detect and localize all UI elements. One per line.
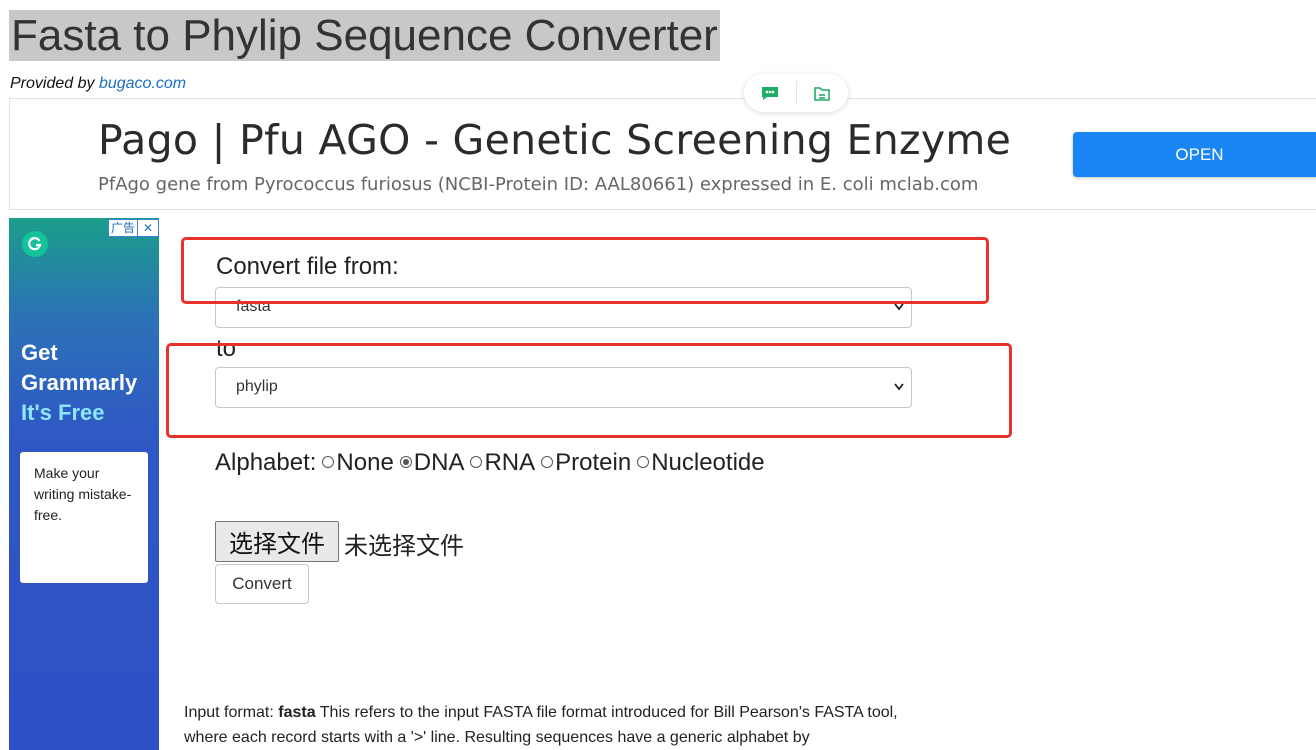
- grammarly-pitch: Get Grammarly It's Free: [21, 338, 137, 428]
- pitch-free: It's Free: [21, 400, 105, 425]
- page-title: Fasta to Phylip Sequence Converter: [9, 10, 720, 61]
- file-status: 未选择文件: [344, 532, 464, 560]
- grammarly-logo-icon: [22, 231, 48, 257]
- radio-dna[interactable]: [399, 456, 412, 468]
- radio-rna[interactable]: [470, 456, 483, 468]
- provided-by-prefix: Provided by: [10, 75, 99, 92]
- floating-toolbar: [744, 74, 848, 112]
- ad-open-button[interactable]: OPEN: [1073, 132, 1316, 177]
- radio-rna-label[interactable]: RNA: [484, 449, 535, 476]
- radio-dna-label[interactable]: DNA: [414, 449, 465, 476]
- alphabet-label: Alphabet:: [215, 449, 317, 476]
- side-ad-banner[interactable]: 广告 ✕ Get Grammarly It's Free Make your w…: [9, 218, 159, 750]
- convert-button[interactable]: Convert: [215, 564, 309, 604]
- chat-feedback-icon[interactable]: [744, 74, 796, 112]
- alphabet-group: Alphabet: None DNA RNA Protein Nucleotide: [215, 449, 765, 477]
- desc-prefix: Input format:: [184, 704, 279, 721]
- ad-subtext[interactable]: PfAgo gene from Pyrococcus furiosus (NCB…: [98, 174, 978, 195]
- ad-card[interactable]: Make your writing mistake-free.: [20, 452, 148, 583]
- highlight-box-from: [181, 237, 989, 304]
- save-document-icon[interactable]: [796, 74, 848, 112]
- highlight-box-to: [166, 343, 1012, 438]
- radio-none[interactable]: [322, 456, 335, 468]
- radio-nucleotide-label[interactable]: Nucleotide: [651, 449, 764, 476]
- provided-by: Provided by bugaco.com: [10, 75, 186, 93]
- close-icon[interactable]: ✕: [137, 220, 158, 236]
- choose-file-button[interactable]: 选择文件: [215, 521, 339, 562]
- ad-headline[interactable]: Pago | Pfu AGO - Genetic Screening Enzym…: [98, 116, 1011, 164]
- ad-card-text: Make your writing mistake-free.: [34, 465, 132, 523]
- format-description: Input format: fasta This refers to the i…: [184, 700, 944, 750]
- desc-format-name: fasta: [278, 704, 316, 721]
- top-ad-banner[interactable]: Pago | Pfu AGO - Genetic Screening Enzym…: [9, 98, 1316, 210]
- ad-badge[interactable]: 广告 ✕: [107, 219, 159, 237]
- radio-none-label[interactable]: None: [336, 449, 393, 476]
- radio-protein[interactable]: [541, 456, 554, 468]
- bugaco-link[interactable]: bugaco.com: [99, 75, 186, 92]
- radio-protein-label[interactable]: Protein: [555, 449, 631, 476]
- pitch-brand: Grammarly: [21, 370, 138, 395]
- pitch-get: Get: [21, 340, 58, 365]
- radio-nucleotide[interactable]: [637, 456, 650, 468]
- ad-badge-label: 广告: [110, 221, 135, 235]
